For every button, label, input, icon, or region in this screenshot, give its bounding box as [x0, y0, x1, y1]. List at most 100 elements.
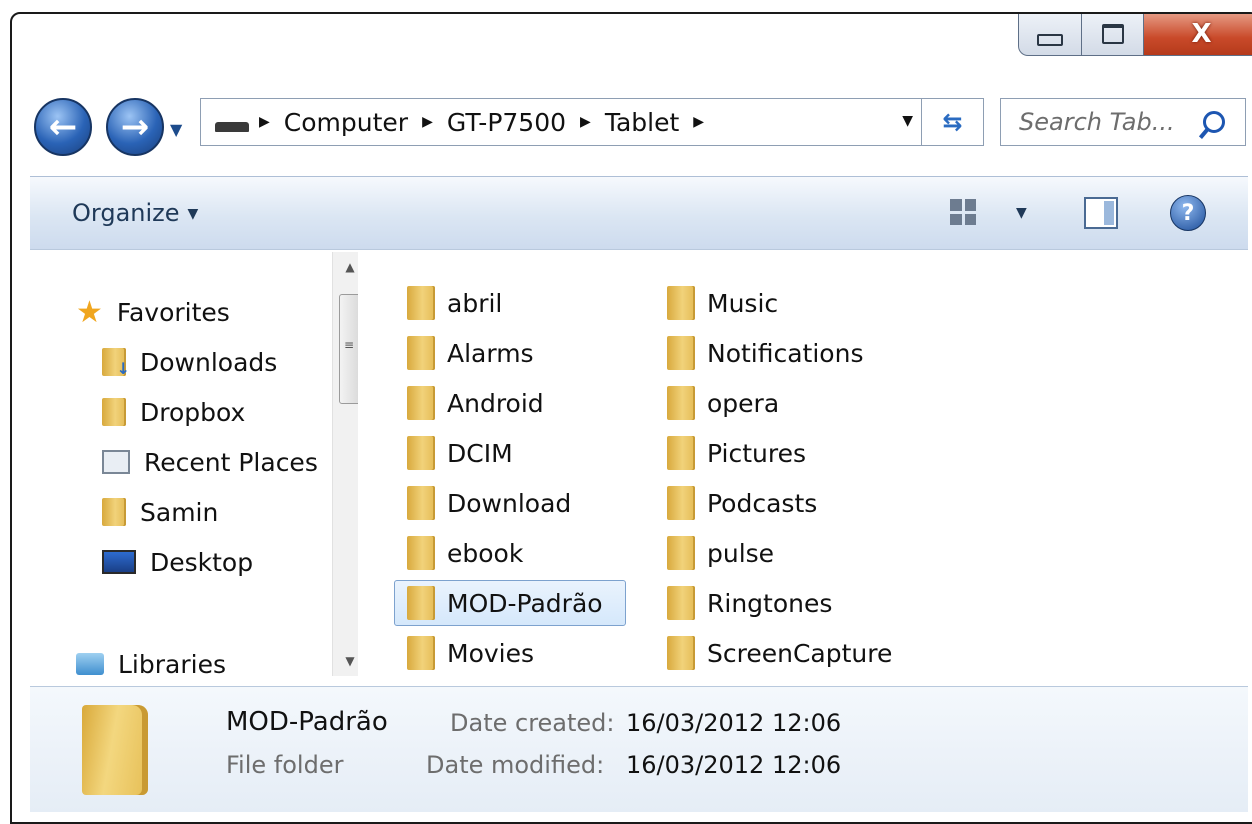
search-icon[interactable] — [1203, 111, 1225, 133]
chevron-right-icon[interactable]: ▶ — [259, 114, 270, 130]
folder-icon — [407, 386, 435, 420]
search-input[interactable]: Search Tab... — [1019, 108, 1203, 136]
folder-label: DCIM — [447, 438, 513, 468]
star-icon: ★ — [76, 294, 103, 330]
folder-item[interactable]: abril — [394, 280, 626, 326]
nav-item-label: Desktop — [150, 547, 254, 577]
folder-item[interactable]: ebook — [394, 530, 626, 576]
nav-item-recent-places[interactable]: Recent Places — [102, 440, 318, 484]
navigation-scrollbar[interactable]: ▲ ≡ ▼ — [332, 252, 358, 676]
folder-item[interactable]: Ringtones — [654, 580, 914, 626]
folder-label: Podcasts — [707, 488, 818, 518]
folder-item[interactable]: Android — [394, 380, 626, 426]
nav-item-label: Recent Places — [144, 447, 318, 477]
minimize-button[interactable] — [1018, 14, 1082, 56]
downloads-folder-icon: ↓ — [102, 348, 130, 378]
device-icon — [215, 122, 249, 132]
date-modified-value: 16/03/2012 12:06 — [626, 751, 842, 779]
navigation-pane: ★ Favorites ↓ Downloads Dropbox Recent P… — [30, 252, 358, 676]
refresh-button[interactable]: ⇆ — [922, 98, 984, 146]
nav-item-desktop[interactable]: Desktop — [102, 540, 253, 584]
folder-item[interactable]: opera — [654, 380, 914, 426]
details-name: MOD-Padrão — [226, 707, 388, 737]
scroll-up-icon[interactable]: ▲ — [333, 260, 358, 274]
folder-item[interactable]: DCIM — [394, 430, 626, 476]
folder-label: Ringtones — [707, 588, 833, 618]
navigation-bar: ← → ▼ ▶ Computer ▶ GT-P7500 ▶ Tablet ▶ ▼… — [12, 94, 1252, 162]
folder-item[interactable]: ScreenCapture — [654, 630, 914, 676]
nav-item-downloads[interactable]: ↓ Downloads — [102, 340, 277, 384]
date-created-value: 16/03/2012 12:06 — [626, 709, 842, 737]
desktop-icon — [102, 550, 136, 574]
folder-item[interactable]: Notifications — [654, 330, 914, 376]
folder-label: Download — [447, 488, 572, 518]
folder-item-selected[interactable]: MOD-Padrão — [394, 580, 626, 626]
search-box[interactable]: Search Tab... — [1000, 98, 1246, 146]
folder-item[interactable]: Podcasts — [654, 480, 914, 526]
folder-item[interactable]: Movies — [394, 630, 626, 676]
folder-item[interactable]: Music — [654, 280, 914, 326]
nav-item-dropbox[interactable]: Dropbox — [102, 390, 245, 434]
file-list: abril Alarms Android DCIM Download ebook… — [366, 252, 1248, 676]
address-dropdown-icon[interactable]: ▼ — [902, 113, 913, 129]
nav-item-label: Libraries — [118, 649, 226, 677]
forward-button[interactable]: → — [106, 98, 164, 156]
folder-item[interactable]: pulse — [654, 530, 914, 576]
libraries-icon — [76, 653, 104, 675]
refresh-icon: ⇆ — [942, 108, 963, 136]
chevron-right-icon[interactable]: ▶ — [580, 114, 591, 130]
folder-label: Notifications — [707, 338, 864, 368]
nav-item-label: Favorites — [116, 297, 230, 327]
folder-icon — [667, 636, 695, 670]
date-created-label: Date created: — [450, 709, 615, 737]
folder-label: Android — [447, 388, 544, 418]
chevron-right-icon[interactable]: ▶ — [422, 114, 433, 130]
back-button[interactable]: ← — [34, 98, 92, 156]
dropbox-folder-icon — [102, 398, 126, 426]
folder-item[interactable]: Alarms — [394, 330, 626, 376]
breadcrumb-tablet[interactable]: Tablet — [605, 108, 679, 137]
folder-icon — [82, 705, 148, 795]
organize-button[interactable]: Organize ▼ — [72, 199, 198, 227]
folder-icon — [407, 286, 435, 320]
close-button[interactable]: X — [1144, 14, 1252, 56]
details-pane: MOD-Padrão File folder Date created: 16/… — [30, 686, 1248, 812]
folder-label: ebook — [447, 538, 524, 568]
folder-icon — [407, 336, 435, 370]
nav-item-label: Downloads — [140, 347, 278, 377]
address-bar[interactable]: ▶ Computer ▶ GT-P7500 ▶ Tablet ▶ ▼ — [200, 98, 922, 146]
help-icon[interactable]: ? — [1170, 195, 1206, 231]
nav-item-samin[interactable]: Samin — [102, 490, 218, 534]
chevron-right-icon[interactable]: ▶ — [693, 114, 704, 130]
breadcrumb-computer[interactable]: Computer — [284, 108, 408, 137]
scrollbar-thumb[interactable]: ≡ — [339, 294, 358, 404]
details-type: File folder — [226, 751, 344, 779]
preview-pane-icon[interactable] — [1084, 197, 1118, 229]
folder-icon — [407, 636, 435, 670]
breadcrumb-device[interactable]: GT-P7500 — [447, 108, 566, 137]
nav-item-label: Samin — [140, 497, 219, 527]
folder-label: Alarms — [447, 338, 534, 368]
view-options-dropdown-icon[interactable]: ▼ — [1016, 205, 1027, 221]
caret-down-icon: ▼ — [187, 206, 199, 222]
folder-icon — [667, 536, 695, 570]
folder-item[interactable]: Pictures — [654, 430, 914, 476]
folder-label: Movies — [447, 638, 535, 668]
folder-icon — [667, 336, 695, 370]
folder-icon — [667, 386, 695, 420]
folder-item[interactable]: Download — [394, 480, 626, 526]
maximize-button[interactable] — [1082, 14, 1144, 56]
folder-label: MOD-Padrão — [447, 588, 603, 618]
close-icon: X — [1191, 18, 1212, 49]
change-view-icon[interactable] — [950, 199, 976, 225]
folder-icon — [407, 586, 435, 620]
folder-label: abril — [447, 288, 503, 318]
folder-icon — [407, 536, 435, 570]
scroll-down-icon[interactable]: ▼ — [333, 654, 358, 668]
nav-item-libraries[interactable]: Libraries — [76, 642, 226, 676]
nav-item-favorites[interactable]: ★ Favorites — [76, 290, 230, 334]
date-modified-label: Date modified: — [426, 751, 605, 779]
recent-pages-dropdown-icon[interactable]: ▼ — [170, 120, 182, 139]
forward-arrow-icon: → — [120, 107, 150, 147]
folder-icon — [667, 436, 695, 470]
